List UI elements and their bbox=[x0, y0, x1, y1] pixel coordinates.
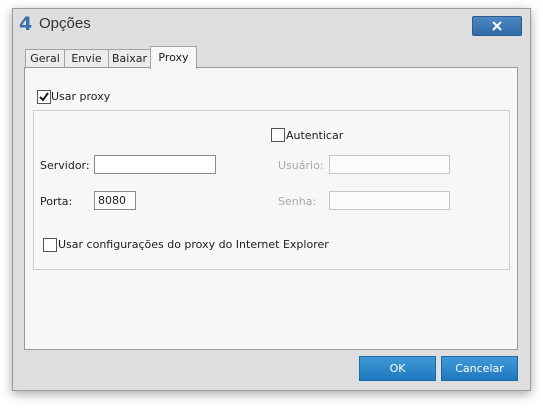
app-logo-icon: 4 bbox=[19, 13, 33, 35]
port-input[interactable] bbox=[94, 191, 136, 210]
close-icon bbox=[492, 21, 502, 31]
use-proxy-checkbox[interactable] bbox=[37, 90, 51, 104]
options-dialog: 4 Opções Geral Envie Baixar Proxy Usar p… bbox=[12, 8, 531, 391]
server-input[interactable] bbox=[94, 155, 216, 174]
ie-proxy-label[interactable]: Usar configurações do proxy do Internet … bbox=[58, 238, 329, 251]
authenticate-label[interactable]: Autenticar bbox=[286, 129, 343, 142]
server-label: Servidor: bbox=[40, 159, 90, 172]
checkmark-icon bbox=[39, 92, 49, 102]
password-label: Senha: bbox=[278, 195, 317, 208]
close-button[interactable] bbox=[472, 16, 522, 36]
port-label: Porta: bbox=[40, 195, 73, 208]
password-input[interactable] bbox=[329, 191, 450, 210]
use-proxy-label[interactable]: Usar proxy bbox=[51, 90, 110, 103]
tab-baixar[interactable]: Baixar bbox=[108, 49, 151, 68]
user-label: Usuário: bbox=[278, 159, 324, 172]
ok-button[interactable]: OK bbox=[359, 356, 436, 381]
authenticate-checkbox[interactable] bbox=[271, 128, 285, 142]
ie-proxy-checkbox[interactable] bbox=[43, 238, 57, 252]
tab-geral[interactable]: Geral bbox=[25, 49, 65, 68]
tab-envie[interactable]: Envie bbox=[64, 49, 109, 68]
cancel-button[interactable]: Cancelar bbox=[441, 356, 518, 381]
window-title: Opções bbox=[39, 15, 91, 32]
user-input[interactable] bbox=[329, 155, 450, 174]
tab-proxy[interactable]: Proxy bbox=[150, 46, 197, 69]
